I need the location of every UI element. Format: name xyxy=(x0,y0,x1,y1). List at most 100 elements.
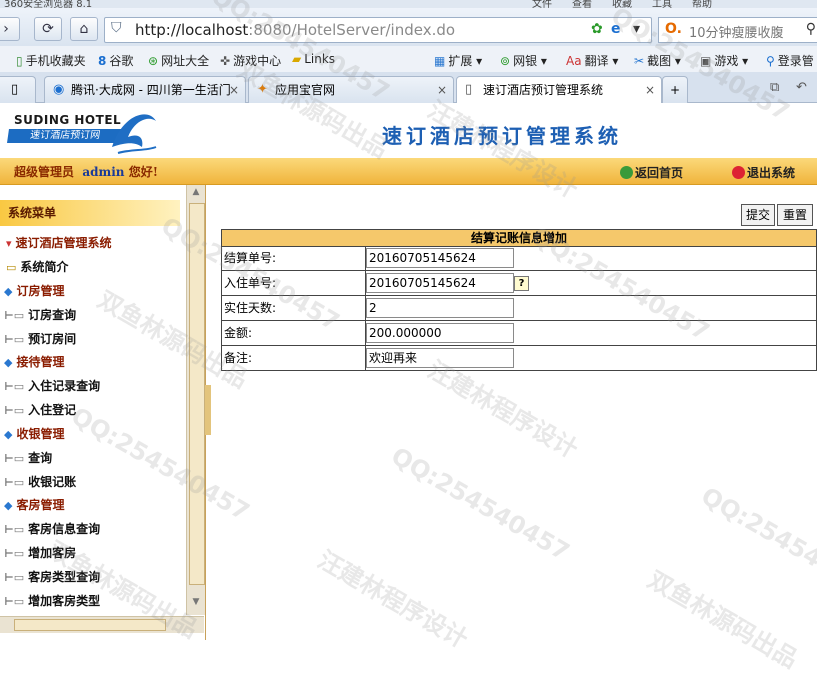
translate-icon: Aа xyxy=(566,54,582,68)
url-text: http://localhost:8080/HotelServer/index.… xyxy=(135,21,456,39)
search-engine-icon[interactable]: O. xyxy=(665,21,682,37)
close-icon[interactable]: × xyxy=(645,77,655,103)
fav-extensions[interactable]: ▦ 扩展 ▾ xyxy=(434,52,482,69)
search-box[interactable]: O. 10分钟瘦腰收腹 ⚲ xyxy=(658,17,817,43)
app-header: SUDING HOTEL 速订酒店预订网 速订酒店预订管理系统 xyxy=(0,103,817,158)
sidebar-section-booking[interactable]: ◆ 订房管理 xyxy=(4,282,64,299)
menu-favorites[interactable]: 收藏 xyxy=(612,0,632,8)
folder-open-icon: ◆ xyxy=(4,285,13,298)
exit-link[interactable]: 退出系统 xyxy=(732,164,795,181)
sidebar-horizontal-scrollbar[interactable] xyxy=(0,616,204,633)
sidebar-item-room-info[interactable]: ⊢▭ 客房信息查询 xyxy=(4,520,100,537)
sidebar-item-query[interactable]: ⊢▭ 查询 xyxy=(4,449,52,466)
submit-button[interactable]: 提交 xyxy=(741,204,775,226)
home-globe-icon xyxy=(620,166,633,179)
fav-bank[interactable]: ⊚ 网银 ▾ xyxy=(500,52,547,69)
tab-hotel[interactable]: ▯ 速订酒店预订管理系统 × xyxy=(456,76,662,103)
checkin-no-input[interactable]: 20160705145624 xyxy=(366,273,514,293)
sidebar-item-intro[interactable]: ▭ 系统简介 xyxy=(6,258,68,275)
watermark: 汪建林程序设计 xyxy=(313,545,473,654)
tab-appstore[interactable]: ✦ 应用宝官网 × xyxy=(248,76,454,103)
home-button[interactable]: ⌂ xyxy=(70,17,98,41)
home-link[interactable]: 返回首页 xyxy=(620,164,683,181)
undo-icon[interactable]: ↶ xyxy=(796,80,807,95)
lookup-help-icon[interactable]: ? xyxy=(514,276,529,291)
search-icon[interactable]: ⚲ xyxy=(806,21,816,37)
search-input[interactable]: 10分钟瘦腰收腹 xyxy=(689,22,784,41)
sidebar-vertical-scrollbar[interactable]: ▲ ▼ xyxy=(186,185,205,615)
new-tab-button[interactable]: + xyxy=(662,76,688,103)
tab-tencent[interactable]: ◉ 腾讯·大成网 - 四川第一生活门 × xyxy=(44,76,246,103)
settlement-no-input[interactable]: 20160705145624 xyxy=(366,248,514,268)
sidebar-item-checkin[interactable]: ⊢▭ 入住登记 xyxy=(4,401,76,418)
google-icon: 8 xyxy=(98,54,107,68)
sidebar-item-add-room[interactable]: ⊢▭ 增加客房 xyxy=(4,544,76,561)
security-check-icon[interactable]: ✿ xyxy=(591,21,603,37)
sidebar-section-reception[interactable]: ◆ 接待管理 xyxy=(4,353,64,370)
tree-branch-icon: ⊢▭ xyxy=(4,309,25,322)
menu-tools[interactable]: 工具 xyxy=(652,0,672,8)
hotel-logo: SUDING HOTEL 速订酒店预订网 xyxy=(4,109,157,154)
field-label: 备注: xyxy=(222,346,366,370)
sidebar-section-cashier[interactable]: ◆ 收银管理 xyxy=(4,425,64,442)
tree-branch-icon: ⊢▭ xyxy=(4,380,25,393)
scroll-thumb[interactable] xyxy=(189,203,205,585)
close-icon[interactable]: × xyxy=(229,77,239,103)
fav-links[interactable]: ▰ Links xyxy=(292,52,335,66)
tab-overflow[interactable]: ▯ xyxy=(0,76,36,103)
browser-title: 360安全浏览器 8.1 xyxy=(4,0,93,8)
fav-google[interactable]: 8 谷歌 xyxy=(98,52,133,69)
form-row: 金额: 200.000000 xyxy=(221,321,817,346)
scroll-up-icon[interactable]: ▲ xyxy=(189,187,203,201)
reset-button[interactable]: 重置 xyxy=(777,204,813,226)
tree-branch-icon: ⊢▭ xyxy=(4,547,25,560)
address-bar[interactable]: ⛉ http://localhost:8080/HotelServer/inde… xyxy=(104,17,652,43)
sidebar-item-room-type-query[interactable]: ⊢▭ 客房类型查询 xyxy=(4,568,100,585)
menu-file[interactable]: 文件 xyxy=(532,0,552,8)
app-title: 速订酒店预订管理系统 xyxy=(382,124,622,148)
folder-open-icon: ◆ xyxy=(4,499,13,512)
chevron-down-icon[interactable]: ▾ xyxy=(633,21,640,37)
user-bar: 超级管理员 admin 您好! 返回首页 退出系统 xyxy=(0,158,817,185)
gamepad-icon: ✜ xyxy=(220,54,231,68)
fav-sites[interactable]: ⊛ 网址大全 xyxy=(148,52,209,69)
sidebar-item-booking-query[interactable]: ⊢▭ 订房查询 xyxy=(4,306,76,323)
days-stayed-input[interactable]: 2 xyxy=(366,298,514,318)
sidebar-root[interactable]: ▾ 速订酒店管理系统 xyxy=(6,234,112,251)
close-icon[interactable]: × xyxy=(437,77,447,103)
restore-tab-icon[interactable]: ⧉ xyxy=(770,80,779,95)
tree-branch-icon: ⊢▭ xyxy=(4,476,25,489)
menu-view[interactable]: 查看 xyxy=(572,0,592,8)
forward-button[interactable]: › xyxy=(0,17,20,41)
tencent-icon: ◉ xyxy=(53,82,65,97)
sidebar-item-cashier-record[interactable]: ⊢▭ 收银记账 xyxy=(4,473,76,490)
frame-splitter[interactable] xyxy=(205,385,211,435)
sidebar-header: 系统菜单 xyxy=(0,200,180,226)
tree-branch-icon: ⊢▭ xyxy=(4,571,25,584)
fav-phone[interactable]: ▯ 手机收藏夹 xyxy=(16,52,86,69)
fav-translate[interactable]: Aа 翻译 ▾ xyxy=(566,52,618,69)
page-icon: ▯ xyxy=(465,82,473,97)
scroll-down-icon[interactable]: ▼ xyxy=(189,597,203,611)
fav-gamecenter[interactable]: ✜ 游戏中心 xyxy=(220,52,281,69)
watermark: QQ:254540457 xyxy=(386,441,575,567)
field-label: 入住单号: xyxy=(222,271,366,295)
sidebar-item-reserve-room[interactable]: ⊢▭ 预订房间 xyxy=(4,330,76,347)
scroll-thumb[interactable] xyxy=(14,619,166,631)
fav-screenshot[interactable]: ✂ 截图 ▾ xyxy=(634,52,681,69)
refresh-button[interactable]: ⟳ xyxy=(34,17,62,41)
sidebar-section-rooms[interactable]: ◆ 客房管理 xyxy=(4,496,64,513)
screenshot-icon: ✂ xyxy=(634,54,645,68)
sidebar-item-checkin-records[interactable]: ⊢▭ 入住记录查询 xyxy=(4,377,100,394)
fav-game[interactable]: ▣ 游戏 ▾ xyxy=(700,52,748,69)
appstore-icon: ✦ xyxy=(257,82,268,97)
remark-input[interactable]: 欢迎再来 xyxy=(366,348,514,368)
form-row: 入住单号: 20160705145624 ? xyxy=(221,271,817,296)
sidebar-item-add-room-type[interactable]: ⊢▭ 增加客房类型 xyxy=(4,592,100,609)
plus-icon: + xyxy=(669,83,681,97)
ie-icon[interactable]: e xyxy=(611,21,621,37)
menu-help[interactable]: 帮助 xyxy=(692,0,712,8)
favorites-bar: ▯ 手机收藏夹 8 谷歌 ⊛ 网址大全 ✜ 游戏中心 ▰ Links ▦ 扩展 ▾ ⊚ 网银 … xyxy=(0,46,817,73)
amount-input[interactable]: 200.000000 xyxy=(366,323,514,343)
fav-login[interactable]: ⚲ 登录管 xyxy=(766,52,814,69)
